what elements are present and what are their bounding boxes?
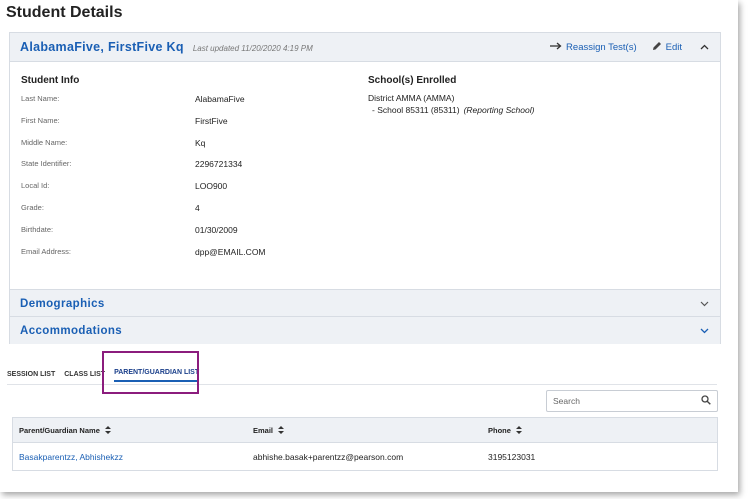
- edit-button[interactable]: Edit: [652, 41, 682, 54]
- student-info-row: Last Name: AlabamaFive: [21, 94, 361, 106]
- parent-guardian-name-link[interactable]: Basakparentzz, Abhishekzz: [19, 443, 123, 471]
- student-info-row: Birthdate: 01/30/2009: [21, 225, 361, 237]
- tabs-divider: [7, 384, 717, 385]
- school-district: District AMMA (AMMA): [368, 93, 455, 103]
- collapse-chevron-up-icon[interactable]: [698, 41, 710, 53]
- table-header: Parent/Guardian Name Email Phone: [13, 418, 717, 443]
- pencil-icon: [652, 41, 666, 54]
- reassign-tests-label: Reassign Test(s): [566, 41, 637, 53]
- column-header-phone[interactable]: Phone: [488, 418, 522, 443]
- search-icon[interactable]: [701, 392, 711, 410]
- page-title: Student Details: [6, 4, 123, 21]
- sort-icon: [104, 425, 111, 436]
- schools-heading: School(s) Enrolled: [368, 75, 457, 86]
- student-header: AlabamaFive, FirstFive Kq Last updated 1…: [10, 33, 720, 62]
- chevron-down-icon: [698, 298, 710, 310]
- app-window: Student Details AlabamaFive, FirstFive K…: [0, 0, 738, 492]
- sort-icon: [515, 425, 522, 436]
- field-label: Middle Name:: [21, 137, 68, 147]
- field-value: 01/30/2009: [195, 224, 238, 235]
- parent-guardian-phone: 3195123031: [488, 452, 536, 462]
- field-value: Kq: [195, 137, 206, 148]
- tab-class-list[interactable]: CLASS LIST: [64, 371, 105, 382]
- field-value: LOO900: [195, 181, 228, 192]
- field-value: 4: [195, 203, 200, 213]
- last-updated: Last updated 11/20/2020 4:19 PM: [192, 43, 313, 53]
- field-label: Grade:: [21, 203, 44, 212]
- field-value: FirstFive: [195, 115, 228, 126]
- student-name: AlabamaFive, FirstFive Kq: [20, 40, 184, 54]
- tab-parent-guardian-list[interactable]: PARENT/GUARDIAN LIST: [114, 369, 200, 382]
- table-row: Basakparentzz, Abhishekzz abhishe.basak+…: [13, 443, 717, 471]
- search-input[interactable]: [553, 396, 701, 406]
- student-info-row: Grade: 4: [21, 203, 361, 215]
- student-info-row: State Identifier: 2296721334: [21, 159, 361, 171]
- accommodations-accordion[interactable]: Accommodations: [10, 316, 720, 344]
- student-details-panel: AlabamaFive, FirstFive Kq Last updated 1…: [9, 32, 721, 344]
- student-info-row: Local Id: LOO900: [21, 181, 361, 193]
- tab-session-list[interactable]: SESSION LIST: [7, 371, 55, 382]
- student-info-heading: Student Info: [21, 75, 80, 86]
- accommodations-title: Accommodations: [20, 324, 123, 337]
- field-label: Email Address:: [21, 246, 72, 256]
- reassign-tests-button[interactable]: Reassign Test(s): [550, 42, 637, 53]
- student-info-row: Middle Name: Kq: [21, 138, 361, 150]
- parent-guardian-email: abhishe.basak+parentzz@pearson.com: [253, 452, 404, 462]
- column-header-email[interactable]: Email: [253, 418, 285, 443]
- search-box[interactable]: [546, 390, 718, 412]
- field-label: Birthdate:: [21, 224, 54, 234]
- school-entry: - School 85311 (85311) (Reporting School): [368, 105, 534, 115]
- reporting-school-note: (Reporting School): [463, 105, 535, 115]
- field-label: First Name:: [21, 115, 60, 125]
- student-info-section: Student Info Last Name: AlabamaFive First …: [21, 75, 266, 257]
- demographics-accordion[interactable]: Demographics: [10, 289, 720, 317]
- schools-enrolled-section: School(s) Enrolled District AMMA (AMMA) …: [368, 75, 534, 115]
- field-label: Local Id:: [21, 181, 50, 191]
- demographics-title: Demographics: [20, 297, 105, 310]
- field-label: Last Name:: [21, 94, 60, 103]
- field-label: State Identifier:: [21, 159, 72, 169]
- list-tabs: SESSION LIST CLASS LIST PARENT/GUARDIAN …: [7, 366, 208, 382]
- header-actions: Reassign Test(s) Edit: [550, 41, 710, 54]
- chevron-down-icon: [698, 325, 710, 337]
- field-value: dpp@EMAIL.COM: [195, 246, 266, 257]
- student-info-row: First Name: FirstFive: [21, 116, 361, 128]
- field-value: 2296721334: [195, 159, 243, 170]
- edit-label: Edit: [665, 41, 682, 53]
- parent-guardian-table: Parent/Guardian Name Email Phone Basakpa…: [12, 417, 718, 471]
- field-value: AlabamaFive: [195, 94, 245, 104]
- school-name: - School 85311 (85311): [372, 105, 460, 115]
- sort-icon: [278, 425, 285, 436]
- column-header-name[interactable]: Parent/Guardian Name: [19, 418, 111, 443]
- arrow-right-icon: [550, 42, 566, 53]
- student-info-row: Email Address: dpp@EMAIL.COM: [21, 247, 361, 259]
